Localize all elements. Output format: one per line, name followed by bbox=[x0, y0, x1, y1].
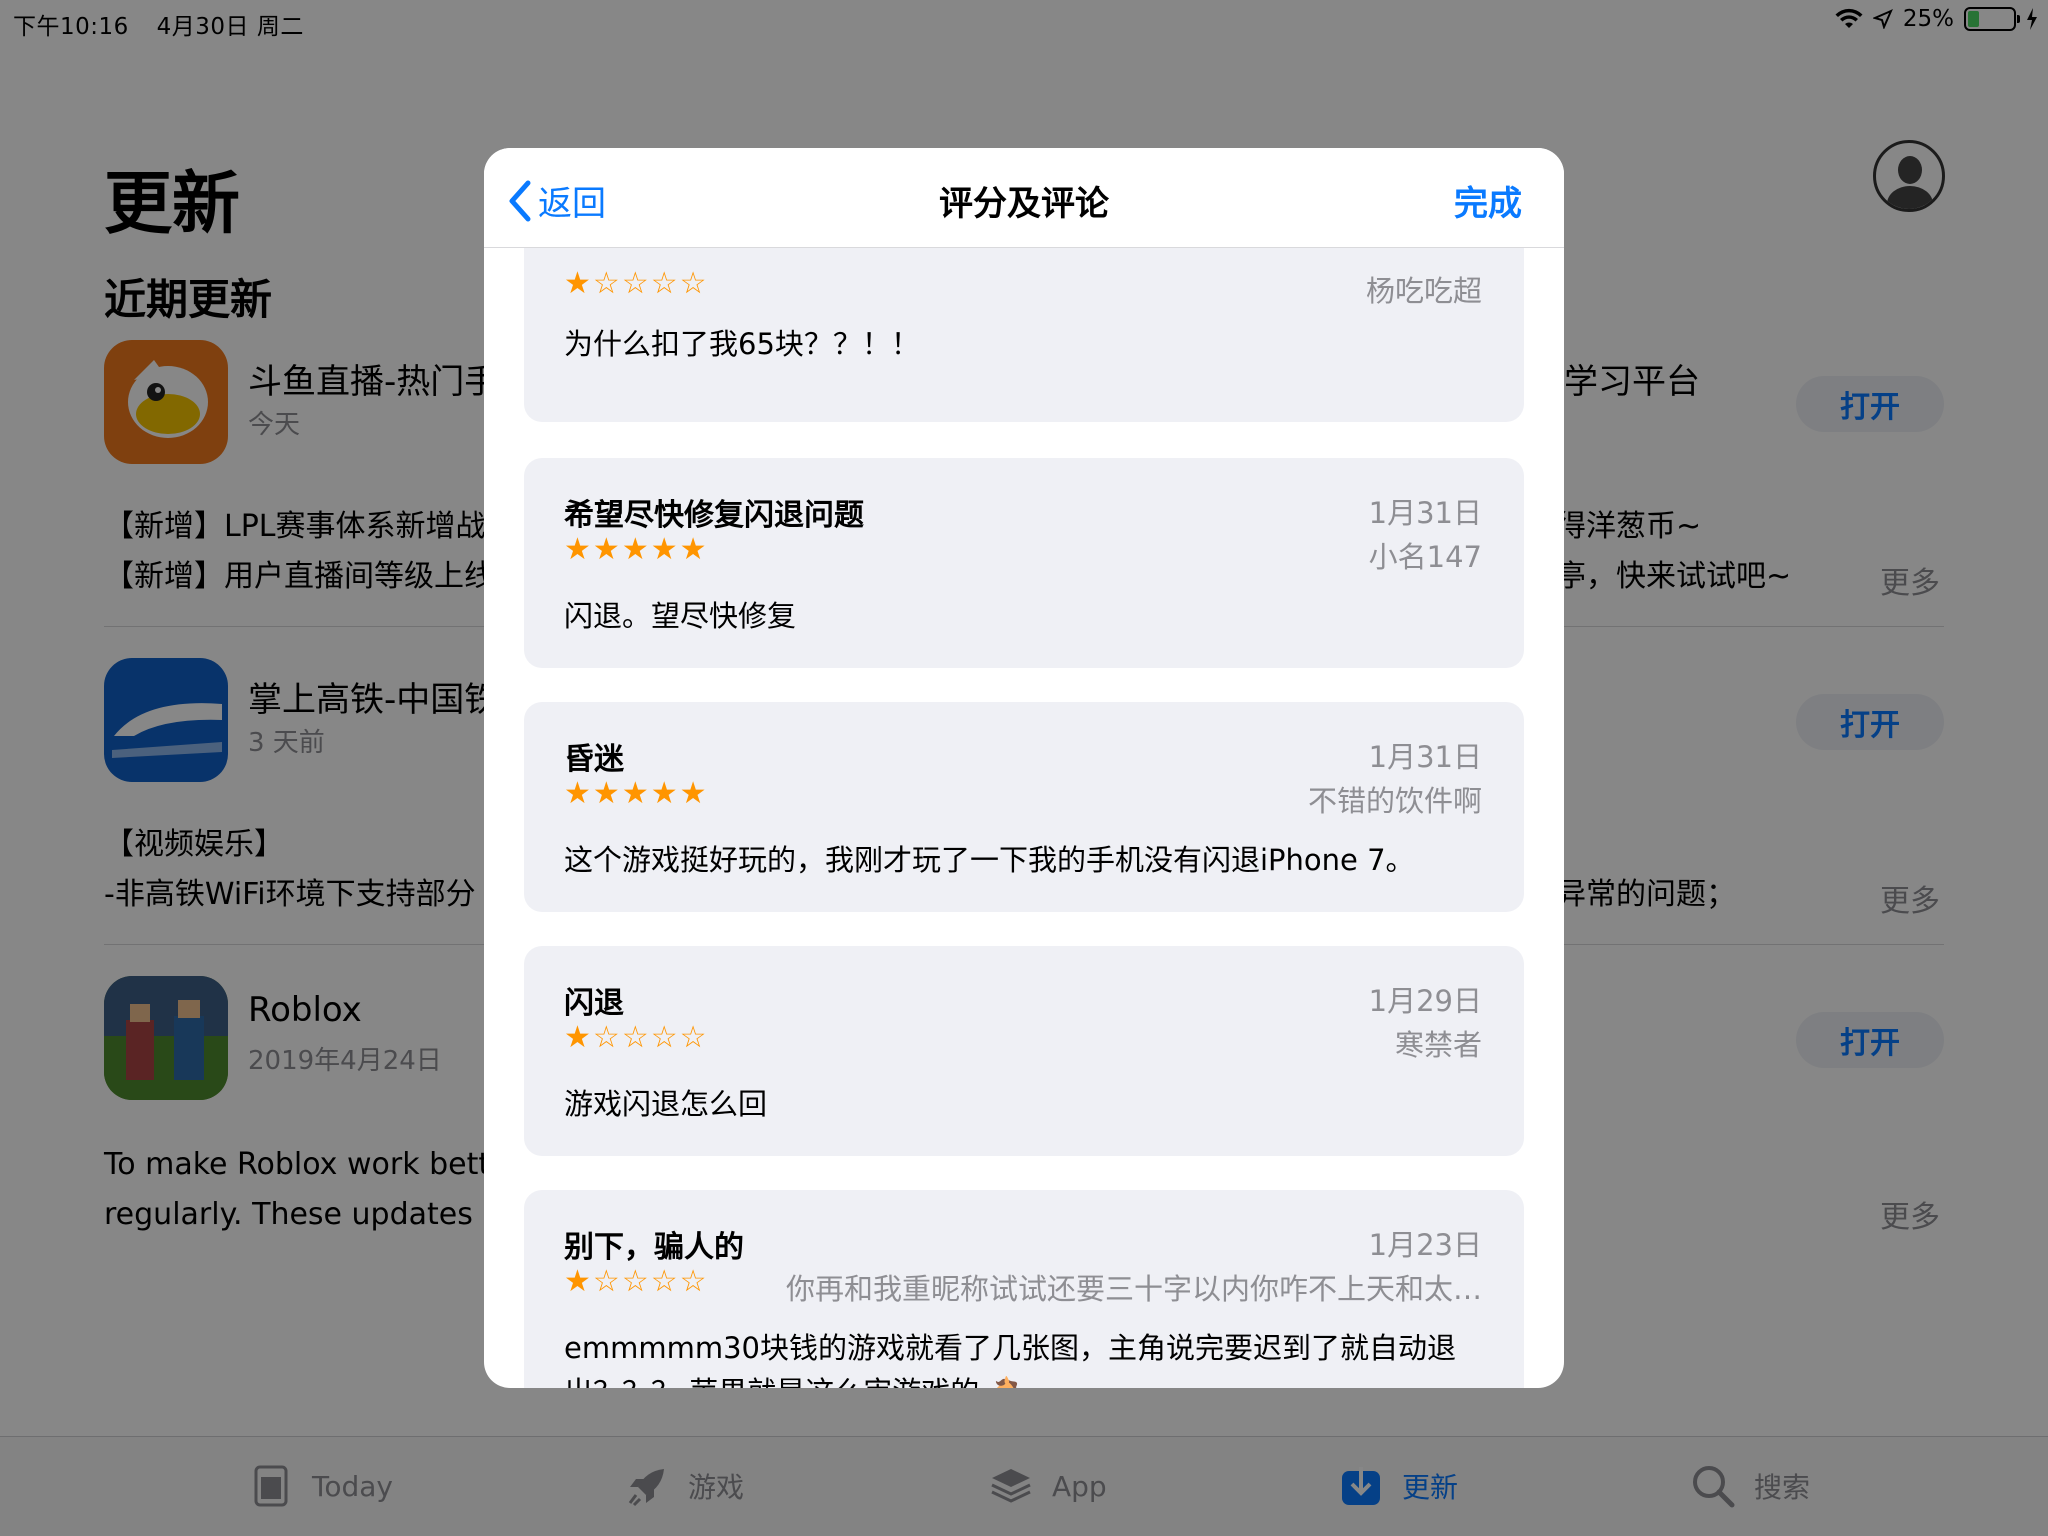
review-date: 1月29日 bbox=[1368, 984, 1482, 1018]
review-card[interactable]: 昏迷 1月31日 ★ ★ ★ ★ ★ 不错的饮件啊 这个游戏挺好玩的，我刚才玩了一下我的… bbox=[524, 702, 1524, 912]
star-filled-icon: ★ bbox=[650, 532, 678, 567]
star-empty-icon: ☆ bbox=[650, 266, 678, 301]
star-empty-icon: ☆ bbox=[679, 1020, 707, 1055]
review-author: 杨吃吃超 bbox=[1365, 274, 1482, 308]
star-filled-icon: ★ bbox=[621, 532, 649, 567]
star-filled-icon: ★ bbox=[592, 532, 620, 567]
star-filled-icon: ★ bbox=[564, 1020, 591, 1055]
review-title: 别下，骗人的 bbox=[564, 1230, 744, 1265]
review-body: 为什么扣了我65块？？！！ bbox=[564, 327, 920, 361]
star-filled-icon: ★ bbox=[564, 1264, 591, 1299]
review-title: 昏迷 bbox=[564, 742, 624, 777]
review-date: 1月31日 bbox=[1368, 496, 1482, 530]
star-empty-icon: ☆ bbox=[621, 1020, 649, 1055]
star-filled-icon: ★ bbox=[621, 776, 649, 811]
review-body: 游戏闪退怎么回 bbox=[564, 1087, 768, 1121]
review-card[interactable]: 希望尽快修复闪退问题 1月31日 ★ ★ ★ ★ ★ 小名147 闪退。望尽快修复 bbox=[524, 458, 1524, 668]
star-filled-icon: ★ bbox=[679, 532, 707, 567]
star-empty-icon: ☆ bbox=[592, 1264, 620, 1299]
reviews-list[interactable]: ★ ☆ ☆ ☆ ☆ 杨吃吃超 为什么扣了我65块？？！！ 希望尽快修复闪退问题 1月31… bbox=[484, 248, 1564, 1388]
star-filled-icon: ★ bbox=[564, 266, 591, 301]
review-author: 你再和我重昵称试试还要三十字以内你咋不上天和太… bbox=[785, 1272, 1482, 1306]
rating-stars: ★ ☆ ☆ ☆ ☆ bbox=[564, 268, 707, 300]
review-date: 1月23日 bbox=[1368, 1228, 1482, 1262]
review-body: 闪退。望尽快修复 bbox=[564, 599, 797, 633]
review-card[interactable]: 闪退 1月29日 ★ ☆ ☆ ☆ ☆ 寒禁者 游戏闪退怎么回 bbox=[524, 946, 1524, 1156]
star-filled-icon: ★ bbox=[650, 776, 678, 811]
review-card[interactable]: 别下，骗人的 1月23日 ★ ☆ ☆ ☆ ☆ 你再和我重昵称试试还要三十字以内你咋不上天… bbox=[524, 1190, 1524, 1388]
star-empty-icon: ☆ bbox=[592, 266, 620, 301]
review-author: 寒禁者 bbox=[1394, 1028, 1482, 1062]
ratings-reviews-sheet: 返回 评分及评论 完成 ★ ☆ ☆ ☆ ☆ 杨吃吃超 为什么扣了我65块？？！！ 希望尽… bbox=[484, 148, 1564, 1388]
star-filled-icon: ★ bbox=[564, 532, 591, 567]
review-body: 这个游戏挺好玩的，我刚才玩了一下我的手机没有闪退iPhone 7。 bbox=[564, 843, 1415, 877]
star-empty-icon: ☆ bbox=[679, 266, 707, 301]
star-empty-icon: ☆ bbox=[621, 1264, 649, 1299]
review-card[interactable]: ★ ☆ ☆ ☆ ☆ 杨吃吃超 为什么扣了我65块？？！！ bbox=[524, 248, 1524, 422]
star-empty-icon: ☆ bbox=[621, 266, 649, 301]
done-button[interactable]: 完成 bbox=[1454, 176, 1522, 225]
star-empty-icon: ☆ bbox=[592, 1020, 620, 1055]
sheet-title: 评分及评论 bbox=[939, 184, 1109, 224]
review-author: 不错的饮件啊 bbox=[1307, 784, 1482, 818]
rating-stars: ★ ★ ★ ★ ★ bbox=[564, 534, 707, 566]
review-date: 1月31日 bbox=[1368, 740, 1482, 774]
star-filled-icon: ★ bbox=[592, 776, 620, 811]
review-author: 小名147 bbox=[1368, 540, 1482, 574]
review-body: emmmmm30块钱的游戏就看了几张图，主角说完要迟到了就自动退出？？？ 苹果就… bbox=[564, 1331, 1456, 1388]
rating-stars: ★ ☆ ☆ ☆ ☆ bbox=[564, 1022, 707, 1054]
review-title: 希望尽快修复闪退问题 bbox=[564, 498, 864, 533]
rating-stars: ★ ☆ ☆ ☆ ☆ bbox=[564, 1266, 707, 1298]
star-filled-icon: ★ bbox=[564, 776, 591, 811]
rating-stars: ★ ★ ★ ★ ★ bbox=[564, 778, 707, 810]
star-filled-icon: ★ bbox=[679, 776, 707, 811]
star-empty-icon: ☆ bbox=[650, 1264, 678, 1299]
star-empty-icon: ☆ bbox=[679, 1264, 707, 1299]
star-empty-icon: ☆ bbox=[650, 1020, 678, 1055]
review-title: 闪退 bbox=[564, 986, 624, 1021]
sheet-header: 返回 评分及评论 完成 bbox=[484, 148, 1564, 248]
